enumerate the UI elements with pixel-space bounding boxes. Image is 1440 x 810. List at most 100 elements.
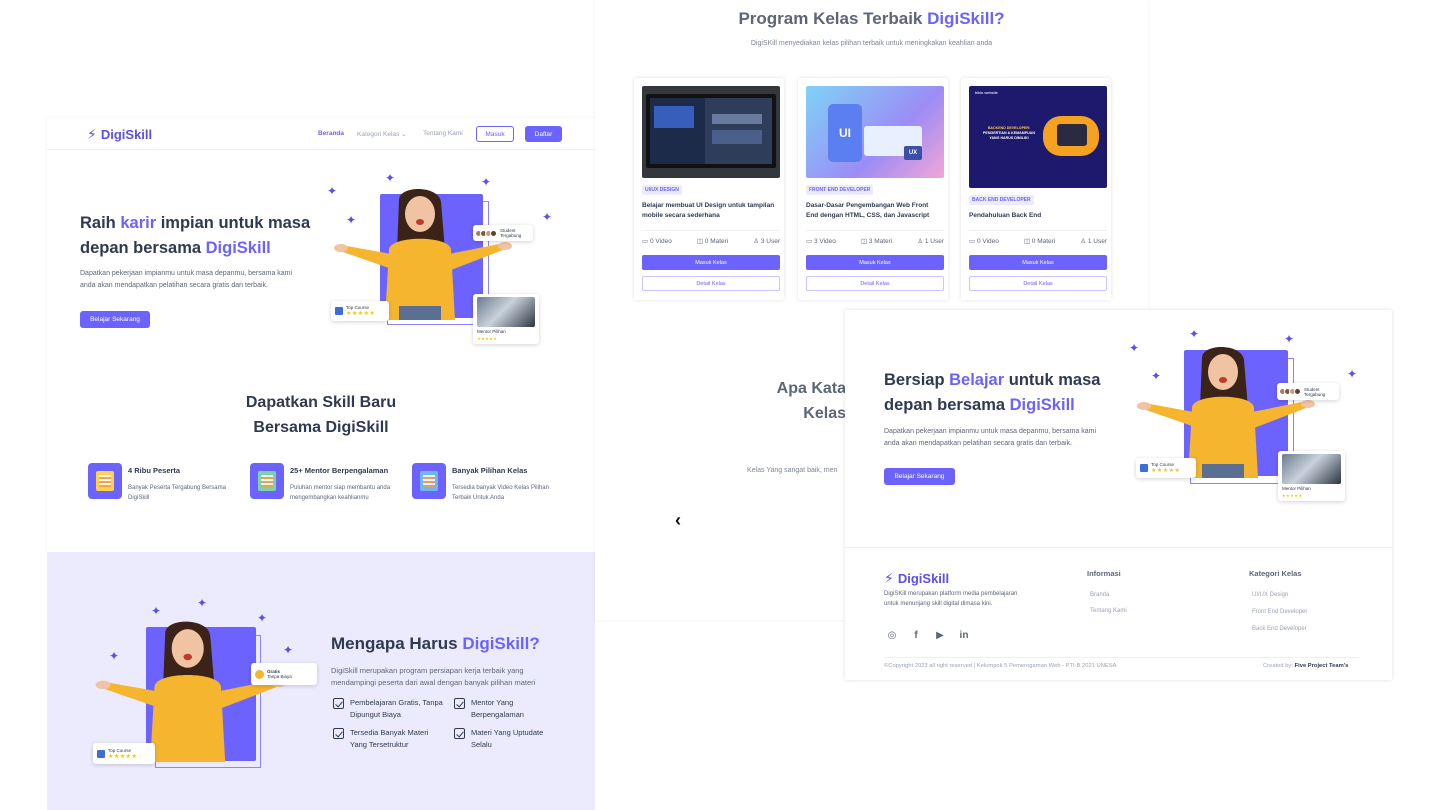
course-name: Belajar membuat UI Design untuk tampilan…: [642, 202, 775, 219]
top-course-card: Top Course ★★★★★: [1136, 458, 1196, 478]
testimonial-title: Apa Kata Kelas: [776, 380, 846, 422]
footer-link-branda[interactable]: Branda: [1090, 592, 1109, 598]
prev-arrow-button[interactable]: ‹: [675, 510, 681, 531]
linkedin-icon[interactable]: in: [958, 629, 970, 641]
footer-about: DigiSKill merupakan platform media pembe…: [884, 591, 1018, 607]
participants-icon: [88, 463, 122, 499]
programs-title: Program Kelas Terbaik DigiSkill?: [738, 9, 1005, 28]
course-name: Pendahuluan Back End: [969, 212, 1042, 219]
benefit-item: Mentor Yang Berpengalaman: [454, 697, 564, 720]
why-title: Mengapa Harus DigiSkill?: [331, 634, 540, 653]
skills-section-title: Dapatkan Skill Baru Bersama DigiSkill: [245, 394, 397, 436]
created-by-text: Created by: Five Project Team's: [1263, 663, 1349, 669]
sparkle-icon: ✦: [542, 210, 553, 224]
video-icon: ▭: [969, 238, 976, 245]
mentor-card: Mentor Pilihan ★★★★★: [473, 294, 539, 344]
user-icon: ♙: [917, 238, 924, 245]
rating-stars: ★★★★★: [108, 753, 138, 760]
chevron-down-icon: ⌄: [401, 131, 407, 138]
benefit-item: Tersedia Banyak Materi Yang Tersetruktur: [333, 727, 443, 750]
mentor-icon: [250, 463, 284, 499]
top-course-card: Top Course ★★★★★: [331, 301, 389, 321]
cta-button[interactable]: Belajar Sekarang: [884, 468, 955, 485]
user-icon: ♙: [1080, 238, 1087, 245]
footer-link-backend[interactable]: Back End Developer: [1252, 626, 1307, 632]
sparkle-icon: ✦: [197, 596, 208, 610]
feature-title: 25+ Mentor Berpengalaman: [290, 466, 389, 475]
course-name: Dasar-Dasar Pengembangan Web Front End d…: [806, 202, 930, 219]
footer-link-uiux[interactable]: UI/UX Design: [1252, 592, 1288, 598]
class-detail-button[interactable]: Detail Kelas: [642, 276, 780, 291]
hero-title: Raih karir impian untuk masa depan bersa…: [80, 214, 311, 257]
cta-title: Bersiap Belajar untuk masa depan bersama…: [884, 371, 1101, 414]
hero-cta-button[interactable]: Belajar Sekarang: [80, 311, 150, 328]
top-course-card: Top Course ★★★★★: [93, 743, 155, 764]
login-button[interactable]: Masuk: [476, 126, 514, 142]
feature-title: 4 Ribu Peserta: [128, 466, 181, 475]
mentor-photo: [477, 297, 535, 327]
smiling-woman-image: [95, 621, 287, 762]
rating-stars: ★★★★★: [1282, 493, 1303, 498]
rating-stars: ★★★★★: [346, 311, 376, 317]
student-count-card: Student Tergabung: [473, 225, 533, 241]
nav-link-beranda[interactable]: Beranda: [318, 130, 344, 137]
facebook-icon[interactable]: f: [910, 629, 922, 641]
enter-class-button[interactable]: Masuk Kelas: [642, 255, 780, 270]
class-video-icon: [412, 463, 446, 499]
feature-desc: Puluhan mentor siap membantu anda mengem…: [290, 485, 391, 501]
footer-brand-logo[interactable]: ⚡ DigiSkill: [884, 570, 949, 587]
feature-desc: Banyak Peserta Tergabung Bersama DigiSki…: [128, 485, 226, 501]
benefit-item: Pembelajaran Gratis, Tanpa Dipungut Biay…: [333, 697, 443, 720]
class-detail-button[interactable]: Detail Kelas: [806, 276, 944, 291]
enter-class-button[interactable]: Masuk Kelas: [969, 255, 1107, 270]
nav-link-tentang[interactable]: Tentang Kami: [423, 130, 463, 137]
footer-category-title: Kategori Kelas: [1249, 569, 1302, 578]
nav-link-kategori[interactable]: Kategori Kelas ⌄: [357, 130, 407, 138]
course-badge-icon: [335, 307, 343, 315]
free-badge-icon: [255, 669, 264, 679]
navbar: ⚡ DigiSkill Beranda Kategori Kelas ⌄ Ten…: [47, 118, 595, 150]
divider: [845, 547, 1392, 548]
cta-footer-page: Bersiap Belajar untuk masa depan bersama…: [845, 310, 1392, 680]
youtube-icon[interactable]: ▶: [934, 629, 946, 641]
brand-logo[interactable]: ⚡ DigiSkill: [87, 126, 152, 143]
enter-class-button[interactable]: Masuk Kelas: [806, 255, 944, 270]
book-icon: ◫: [1023, 238, 1030, 245]
programs-subtitle: DigiSKill menyediakan kelas pilihan terb…: [750, 40, 993, 47]
course-card: UI UX FRONT END DEVELOPER Dasar-Dasar Pe…: [798, 78, 948, 300]
free-card: Gratis Tanpa Biaya: [251, 663, 317, 685]
feature-title: Banyak Pilihan Kelas: [452, 466, 528, 475]
register-button[interactable]: Daftar: [525, 126, 562, 142]
book-icon: ◫: [696, 238, 703, 245]
book-icon: ◫: [860, 238, 867, 245]
checkbox-icon: [454, 698, 465, 709]
benefit-item: Materi Yang Uptudate Selalu: [454, 727, 564, 750]
instagram-icon[interactable]: ◎: [886, 629, 898, 641]
avatar-group: [475, 229, 497, 237]
hero-description: Dapatkan pekerjaan impianmu untuk masa d…: [80, 270, 293, 289]
class-detail-button[interactable]: Detail Kelas: [969, 276, 1107, 291]
course-meta: ▭ 0 Video ◫ 0 Materi ♙ 1 User: [969, 238, 1107, 245]
course-badge-icon: [1140, 464, 1148, 472]
course-tag: BACK END DEVELOPER: [969, 195, 1034, 205]
course-thumbnail: bikin.website BACKEND DEVELOPER: PENGERT…: [969, 86, 1107, 188]
course-badge-icon: [97, 749, 105, 758]
footer-info-title: Informasi: [1087, 569, 1121, 578]
mentor-card: Mentor Pilihan ★★★★★: [1278, 451, 1345, 501]
video-icon: ▭: [806, 238, 813, 245]
course-tag: FRONT END DEVELOPER: [806, 185, 874, 195]
feature-desc: Tersedia banyak Video Kelas Pilihan Terb…: [452, 485, 549, 501]
footer-link-frontend[interactable]: Front End Developer: [1252, 609, 1307, 615]
checkbox-icon: [454, 728, 465, 739]
why-section: ✦ ✦ ✦ ✦ ✦ Gratis Tanpa Biaya Top Course ★★…: [47, 552, 595, 810]
course-card: UI/UX DESIGN Belajar membuat UI Design u…: [634, 78, 784, 300]
course-thumbnail: UI UX: [806, 86, 944, 178]
video-icon: ▭: [642, 238, 649, 245]
course-meta: ▭ 0 Video ◫ 0 Materi ♙ 3 User: [642, 238, 780, 245]
course-card: bikin.website BACKEND DEVELOPER: PENGERT…: [961, 78, 1111, 300]
user-icon: ♙: [753, 238, 760, 245]
rating-stars: ★★★★★: [477, 336, 498, 341]
footer-link-tentang[interactable]: Tentang Kami: [1090, 608, 1127, 614]
sparkle-icon: ✦: [1347, 367, 1358, 381]
checkbox-icon: [333, 728, 344, 739]
